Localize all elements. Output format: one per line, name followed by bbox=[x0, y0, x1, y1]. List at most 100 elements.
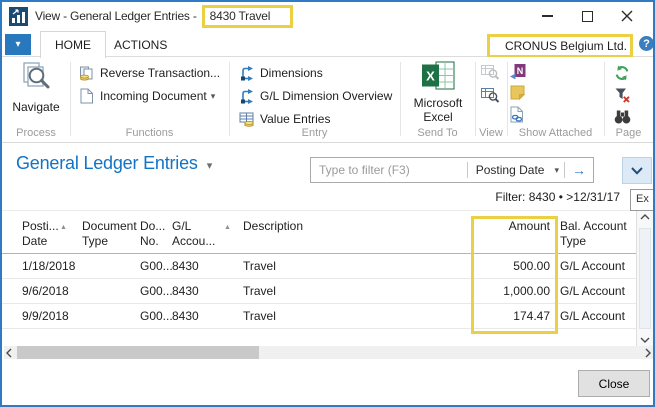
application-menu-button[interactable]: ▾ bbox=[5, 34, 31, 55]
refresh-button[interactable] bbox=[614, 65, 630, 83]
svg-text:X: X bbox=[426, 69, 435, 84]
table-row[interactable]: 9/9/2018 G00... 8430 Travel 174.47 G/L A… bbox=[2, 304, 636, 329]
help-button[interactable]: ? bbox=[639, 36, 654, 51]
maximize-icon bbox=[582, 11, 593, 22]
chevron-down-icon bbox=[640, 337, 650, 343]
tab-actions[interactable]: ACTIONS bbox=[100, 31, 181, 58]
close-button-label: Close bbox=[599, 377, 630, 391]
column-header-line: G/L bbox=[172, 219, 215, 234]
reverse-transaction-button[interactable]: Reverse Transaction... bbox=[78, 64, 220, 82]
column-header-document-type[interactable]: Document Type bbox=[82, 219, 137, 249]
expand-ribbon-button[interactable] bbox=[622, 157, 652, 184]
scroll-left-button[interactable] bbox=[6, 346, 12, 360]
column-header-bal-account-type[interactable]: Bal. Account Type bbox=[560, 219, 627, 249]
navigate-button[interactable]: Navigate bbox=[8, 61, 64, 114]
chevron-left-icon bbox=[6, 348, 12, 358]
column-header-description[interactable]: Description bbox=[243, 219, 303, 234]
ribbon: Navigate Process Reverse Transaction... bbox=[2, 57, 653, 143]
column-header-line: No. bbox=[140, 234, 165, 249]
title-highlight-box: 8430 Travel bbox=[202, 5, 294, 28]
group-label-show-attached: Show Attached bbox=[507, 127, 604, 139]
view-list-button[interactable] bbox=[481, 64, 500, 82]
value-entries-label: Value Entries bbox=[260, 112, 330, 126]
cell-description: Travel bbox=[243, 254, 276, 278]
links-button[interactable] bbox=[510, 107, 524, 125]
dropdown-caret-icon: ▾ bbox=[207, 159, 212, 172]
column-header-posting-date[interactable]: Posti... Date bbox=[22, 219, 59, 249]
cell-posting-date: 1/18/2018 bbox=[22, 254, 75, 278]
group-label-functions: Functions bbox=[70, 127, 229, 139]
column-header-line: Accou... bbox=[172, 234, 215, 249]
group-label-view: View bbox=[475, 127, 507, 139]
scroll-right-button[interactable] bbox=[645, 346, 651, 360]
column-header-line: Do... bbox=[140, 219, 165, 234]
gl-dimension-overview-button[interactable]: G/L Dimension Overview bbox=[238, 87, 392, 105]
dropdown-caret-icon: ▾ bbox=[211, 91, 216, 102]
filter-summary: Filter: 8430 • >12/31/17 bbox=[495, 190, 620, 204]
microsoft-excel-button[interactable]: X Microsoft Excel bbox=[402, 61, 474, 124]
close-button[interactable]: Close bbox=[578, 370, 650, 397]
cell-amount: 500.00 bbox=[422, 254, 550, 278]
window-title: View - General Ledger Entries - 8430 Tra… bbox=[35, 5, 293, 28]
view-card-button[interactable] bbox=[481, 87, 500, 105]
cell-doc-no: G00... bbox=[140, 254, 173, 278]
dropdown-caret-icon[interactable]: ▾ bbox=[554, 165, 559, 176]
notes-button[interactable] bbox=[510, 85, 525, 103]
onenote-notes-button[interactable]: N bbox=[510, 63, 526, 81]
vertical-scrollbar-thumb[interactable] bbox=[639, 228, 651, 329]
value-entries-icon bbox=[238, 112, 256, 127]
column-header-gl-account[interactable]: G/L Accou... bbox=[172, 219, 215, 249]
apply-filter-arrow-icon[interactable]: → bbox=[565, 162, 593, 178]
horizontal-scrollbar[interactable] bbox=[4, 346, 653, 360]
cell-posting-date: 9/9/2018 bbox=[22, 304, 69, 328]
table-row[interactable]: 9/6/2018 G00... 8430 Travel 1,000.00 G/L… bbox=[2, 279, 636, 304]
app-icon bbox=[9, 7, 28, 26]
company-name: CRONUS Belgium Ltd. bbox=[505, 39, 627, 53]
tab-actions-label: ACTIONS bbox=[114, 38, 167, 52]
dimensions-button[interactable]: Dimensions bbox=[238, 64, 323, 82]
vertical-scrollbar[interactable] bbox=[636, 211, 653, 346]
maximize-button[interactable] bbox=[567, 2, 607, 30]
filter-bar: Type to filter (F3) Posting Date ▾ → bbox=[310, 157, 594, 183]
table-row[interactable]: 1/18/2018 G00... 8430 Travel 500.00 G/L … bbox=[2, 254, 636, 279]
incoming-document-button[interactable]: Incoming Document ▾ bbox=[78, 87, 215, 105]
window-title-text: View - General Ledger Entries - bbox=[35, 9, 197, 23]
navigate-icon bbox=[20, 61, 52, 96]
column-header-doc-no[interactable]: Do... No. bbox=[140, 219, 165, 249]
cell-bal-account-type: G/L Account bbox=[560, 279, 625, 303]
window-controls bbox=[527, 2, 647, 30]
page-title-dropdown[interactable]: General Ledger Entries ▾ bbox=[16, 153, 212, 174]
cell-amount: 174.47 bbox=[422, 304, 550, 328]
view-list-icon bbox=[481, 64, 500, 83]
link-document-icon bbox=[510, 106, 524, 126]
tab-home-label: HOME bbox=[55, 38, 91, 52]
cell-gl-account: 8430 bbox=[172, 304, 199, 328]
filter-input[interactable]: Type to filter (F3) bbox=[311, 163, 467, 177]
column-header-line: Document bbox=[82, 219, 137, 234]
page-title: General Ledger Entries bbox=[16, 153, 198, 174]
scroll-down-button[interactable] bbox=[637, 337, 653, 343]
dimensions-label: Dimensions bbox=[260, 66, 323, 80]
navigate-label: Navigate bbox=[12, 100, 59, 114]
column-header-line: Posti... bbox=[22, 219, 59, 234]
column-header-amount[interactable]: Amount bbox=[422, 219, 550, 234]
ribbon-separator bbox=[604, 62, 605, 136]
find-button[interactable] bbox=[614, 109, 631, 127]
value-entries-button[interactable]: Value Entries bbox=[238, 110, 330, 128]
note-icon bbox=[510, 85, 525, 103]
cell-bal-account-type: G/L Account bbox=[560, 304, 625, 328]
grid-header-row: Posti... Date ▲ Document Type Do... No. … bbox=[2, 211, 636, 254]
clear-filter-button[interactable] bbox=[614, 87, 630, 105]
group-label-page: Page bbox=[604, 127, 653, 139]
filter-column-selector[interactable]: Posting Date bbox=[468, 163, 551, 177]
close-window-button[interactable] bbox=[607, 2, 647, 30]
chevron-right-icon bbox=[645, 348, 651, 358]
tab-home[interactable]: HOME bbox=[40, 31, 106, 58]
minimize-button[interactable] bbox=[527, 2, 567, 30]
scroll-up-button[interactable] bbox=[637, 214, 653, 220]
group-label-process: Process bbox=[2, 127, 70, 139]
cell-amount: 1,000.00 bbox=[422, 279, 550, 303]
footer-bar: Close bbox=[2, 359, 653, 405]
horizontal-scrollbar-thumb[interactable] bbox=[17, 346, 259, 360]
gl-dimension-overview-icon bbox=[238, 88, 256, 104]
